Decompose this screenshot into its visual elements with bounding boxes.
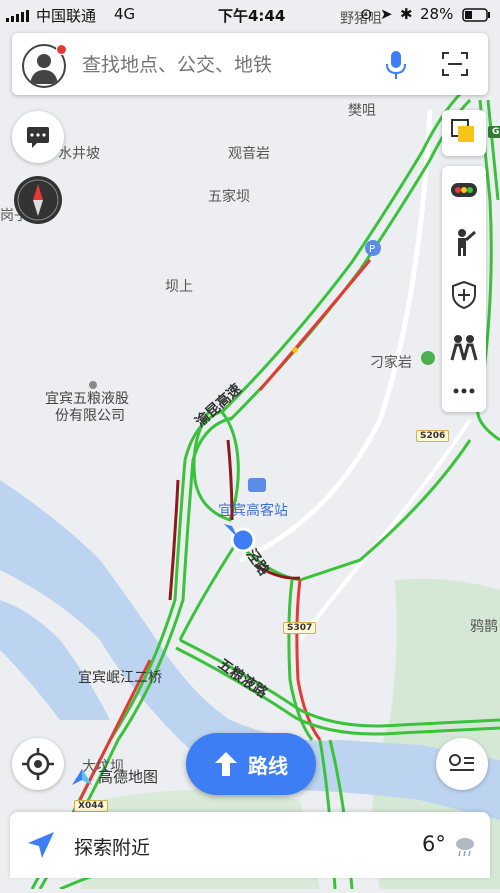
bluetooth-icon: ✱ (400, 5, 413, 23)
carrier-name: 中国联通 (36, 7, 97, 25)
bus-station-poi-icon (248, 478, 266, 492)
battery-icon (462, 8, 492, 26)
traffic-toggle[interactable] (442, 168, 486, 212)
location-arrow-icon: ➤ (380, 5, 393, 23)
tool-panel (442, 166, 486, 412)
crosshair-icon (22, 748, 54, 780)
place-label: 观音岩 (228, 146, 270, 162)
layers-button[interactable] (442, 110, 486, 156)
road-shield: S206 (416, 430, 450, 442)
network-type: 4G (114, 5, 136, 23)
compass-icon (17, 179, 59, 221)
place-label: 水井坡 (58, 146, 100, 162)
navigation-arrow-icon (28, 832, 54, 858)
svg-text:P: P (369, 244, 375, 255)
person-waving-icon (458, 229, 476, 256)
message-button[interactable] (12, 111, 64, 163)
cloud-rain-icon (456, 838, 474, 857)
signal-icon (6, 8, 30, 26)
more-button[interactable] (442, 372, 486, 410)
list-view-button[interactable] (436, 738, 488, 790)
temperature: 6° (422, 832, 446, 856)
arrow-up-icon (215, 752, 237, 776)
traffic-light-icon (451, 183, 477, 197)
notification-dot (56, 44, 67, 55)
poi-label: 宜宾高客站 (218, 503, 288, 519)
road-shield: G8 (488, 126, 500, 138)
search-input[interactable] (80, 47, 364, 83)
logo-text: 高德地图 (98, 768, 159, 786)
scan-icon[interactable] (442, 52, 468, 80)
current-location-marker (230, 527, 256, 553)
layers-icon (451, 119, 474, 142)
place-label: 宜宾岷江二桥 (78, 670, 162, 686)
status-bar: 中国联通 4G 下午4:44 ⊙ ➤ ✱ 28% (0, 0, 500, 28)
road-shield: X044 (74, 800, 108, 812)
place-label: 刁家岩 (370, 355, 412, 371)
shield-plus-icon (452, 280, 476, 310)
locate-button[interactable] (12, 738, 64, 790)
group-travel-button[interactable] (442, 326, 486, 370)
lock-rotation-icon: ⊙ (360, 5, 373, 23)
nearby-person-button[interactable] (442, 221, 486, 265)
app-logo: 高德地图 (70, 766, 158, 787)
compass-button[interactable] (14, 176, 62, 224)
road-shield: S307 (283, 622, 317, 634)
amap-logo-icon (72, 768, 92, 785)
battery-percent: 28% (420, 5, 454, 23)
safety-button[interactable] (442, 273, 486, 317)
two-people-icon (450, 335, 478, 361)
place-label: 樊咀 (348, 103, 376, 119)
explore-bar[interactable]: 探索附近 6° (10, 812, 490, 878)
explore-nearby-label: 探索附近 (74, 837, 151, 859)
list-icon (449, 754, 474, 771)
search-bar[interactable] (12, 33, 488, 95)
microphone-icon[interactable] (384, 50, 408, 84)
place-label: 坝上 (165, 279, 193, 295)
clock: 下午4:44 (218, 7, 286, 25)
route-button[interactable]: 路线 (186, 733, 316, 795)
more-dots-icon (453, 388, 475, 394)
chat-bubble-icon (27, 127, 49, 148)
place-label: 五家坝 (208, 189, 250, 205)
poi-label: 份有限公司 (55, 408, 125, 424)
scenic-poi-icon (421, 351, 435, 365)
route-button-label: 路线 (248, 753, 288, 778)
place-label: 鸦鹊 (470, 619, 498, 635)
